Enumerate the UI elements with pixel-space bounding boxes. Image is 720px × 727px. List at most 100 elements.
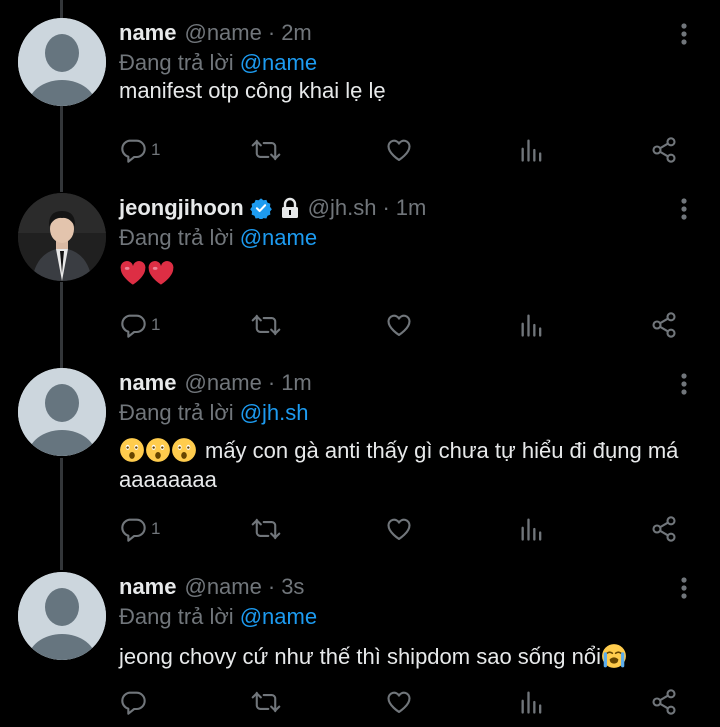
replying-to: Đang trả lời @name [119,223,317,253]
share-icon [652,516,676,542]
tweet-text: mấy con gà anti thấy gì chưa tự hiểu đi … [119,436,699,494]
like-button[interactable] [385,686,413,718]
reply-count: 1 [151,519,161,538]
tweet[interactable]: name @name · 1m Đang trả lời @jh.sh mấy c… [0,368,720,572]
timestamp[interactable]: 2m [281,18,312,48]
timestamp[interactable]: 1m [396,193,427,223]
timestamp[interactable]: 3s [281,572,304,602]
more-options-button[interactable] [672,195,696,223]
like-button[interactable] [385,134,413,166]
share-button[interactable] [650,686,678,718]
crying-emoji [601,643,627,669]
tweet-text-content: jeong chovy cứ như thế thì shipdom sao s… [119,644,601,669]
views-button[interactable] [518,134,546,166]
display-name[interactable]: jeongjihoon [119,193,244,223]
more-options-button[interactable] [672,574,696,602]
retweet-button[interactable] [251,309,281,341]
replying-label: Đang trả lời [119,225,234,250]
action-bar: 1 [119,134,699,166]
mention-link[interactable]: @name [240,225,317,250]
reply-icon [121,314,146,338]
tweet[interactable]: name @name · 2m Đang trả lời @name manife… [0,18,720,193]
astonished-emoji [171,437,197,463]
replying-label: Đang trả lời [119,400,234,425]
more-icon [681,198,687,220]
user-handle[interactable]: @name [184,368,261,398]
avatar[interactable] [18,193,106,281]
like-button[interactable] [385,513,413,545]
like-icon [387,139,411,161]
heart-emoji [119,260,147,286]
views-icon [521,518,542,541]
share-button[interactable] [650,309,678,341]
reply-icon [121,139,146,163]
verified-badge-icon [249,197,272,219]
display-name[interactable]: name [119,368,176,398]
views-button[interactable] [518,513,546,545]
reply-button[interactable]: 1 [119,513,160,545]
tweet-text: manifest otp công khai lẹ lẹ [119,76,699,106]
share-button[interactable] [650,513,678,545]
astonished-emoji [145,437,171,463]
like-icon [387,691,411,713]
tweet-header: name @name · 3s [119,572,304,602]
views-button[interactable] [518,309,546,341]
more-icon [681,23,687,45]
user-handle[interactable]: @jh.sh [308,193,377,223]
separator-dot: · [267,20,276,45]
mention-link[interactable]: @name [240,50,317,75]
avatar[interactable] [18,368,106,456]
timestamp[interactable]: 1m [281,368,312,398]
more-options-button[interactable] [672,370,696,398]
retweet-button[interactable] [251,134,281,166]
retweet-button[interactable] [251,686,281,718]
default-avatar-icon [18,368,106,456]
retweet-icon [251,139,281,161]
reply-icon [121,518,146,542]
heart-emoji [147,260,175,286]
tweet[interactable]: jeongjihoon @jh.sh · 1m Đang trả lời @nam… [0,193,720,368]
lock-icon [280,197,300,219]
tweet-text: jeong chovy cứ như thế thì shipdom sao s… [119,642,699,672]
tweet-header: name @name · 2m [119,18,312,48]
profile-photo [18,193,106,281]
replying-label: Đang trả lời [119,604,234,629]
user-handle[interactable]: @name [184,572,261,602]
like-button[interactable] [385,309,413,341]
display-name[interactable]: name [119,572,176,602]
separator-dot: · [267,370,276,395]
more-options-button[interactable] [672,20,696,48]
replying-label: Đang trả lời [119,50,234,75]
reply-button[interactable]: 1 [119,134,160,166]
reply-icon [121,691,146,715]
default-avatar-icon [18,18,106,106]
reply-count: 1 [151,315,161,334]
reply-count: 1 [151,140,161,159]
mention-link[interactable]: @name [240,604,317,629]
views-icon [521,691,542,714]
retweet-icon [251,691,281,713]
replying-to: Đang trả lời @name [119,602,317,632]
more-icon [681,577,687,599]
tweet-header: jeongjihoon @jh.sh · 1m [119,193,426,223]
retweet-button[interactable] [251,513,281,545]
user-handle[interactable]: @name [184,18,261,48]
share-button[interactable] [650,134,678,166]
mention-link[interactable]: @jh.sh [240,400,309,425]
retweet-icon [251,518,281,540]
reply-button[interactable]: 1 [119,309,160,341]
action-bar: 1 [119,513,699,545]
tweet-text-content: mấy con gà anti thấy gì chưa tự hiểu đi … [119,438,679,492]
avatar[interactable] [18,18,106,106]
action-bar: 1 [119,309,699,341]
retweet-icon [251,314,281,336]
share-icon [652,137,676,163]
avatar[interactable] [18,572,106,660]
reply-button[interactable] [119,686,151,718]
display-name[interactable]: name [119,18,176,48]
separator-dot: · [382,195,390,220]
views-button[interactable] [518,686,546,718]
tweet-text [119,259,699,289]
separator-dot: · [267,574,276,599]
tweet[interactable]: name @name · 3s Đang trả lời @name jeong … [0,572,720,727]
